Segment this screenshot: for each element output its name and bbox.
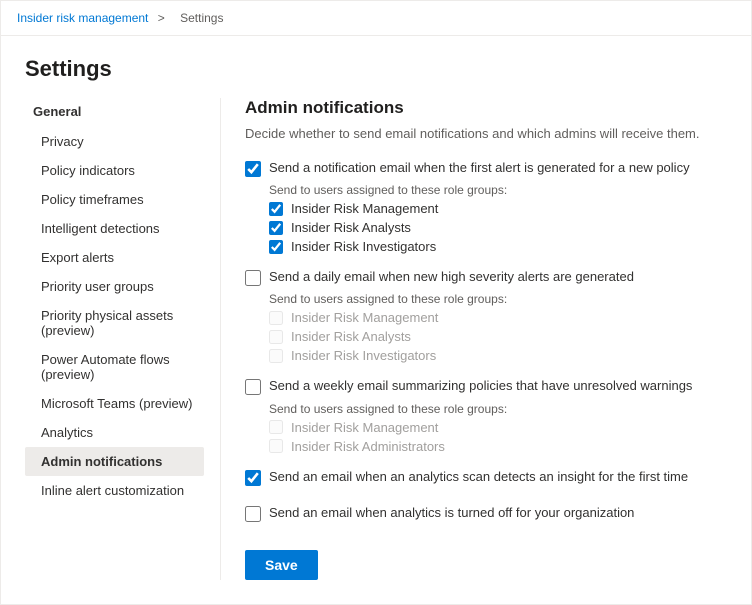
role-groups-label-3: Send to users assigned to these role gro… (269, 402, 727, 416)
role-1-1-checkbox[interactable] (269, 202, 283, 216)
notification-4-checkbox[interactable] (245, 470, 261, 486)
notification-4-label: Send an email when an analytics scan det… (269, 468, 688, 486)
notification-2-row: Send a daily email when new high severit… (245, 268, 727, 286)
notification-3-roles: Send to users assigned to these role gro… (269, 402, 727, 454)
role-1-1-label: Insider Risk Management (291, 201, 438, 216)
section-title: Admin notifications (245, 98, 727, 118)
role-3-1-label: Insider Risk Management (291, 420, 438, 435)
role-2-1-checkbox[interactable] (269, 311, 283, 325)
role-groups-label-2: Send to users assigned to these role gro… (269, 292, 727, 306)
page-title: Settings (1, 36, 751, 98)
role-groups-label-1: Send to users assigned to these role gro… (269, 183, 727, 197)
role-2-1-label: Insider Risk Management (291, 310, 438, 325)
role-3-2-checkbox[interactable] (269, 439, 283, 453)
notification-3-checkbox[interactable] (245, 379, 261, 395)
role-1-2-row: Insider Risk Analysts (269, 220, 727, 235)
role-1-3-label: Insider Risk Investigators (291, 239, 436, 254)
role-1-2-label: Insider Risk Analysts (291, 220, 411, 235)
notification-5-label: Send an email when analytics is turned o… (269, 504, 634, 522)
sidebar-item-privacy[interactable]: Privacy (25, 127, 204, 156)
page-wrapper: Insider risk management > Settings Setti… (0, 0, 752, 605)
sidebar: General Privacy Policy indicators Policy… (25, 98, 220, 580)
role-2-3-row: Insider Risk Investigators (269, 348, 727, 363)
notification-1-roles: Send to users assigned to these role gro… (269, 183, 727, 254)
role-1-2-checkbox[interactable] (269, 221, 283, 235)
notification-block-5: Send an email when analytics is turned o… (245, 504, 727, 522)
notification-2-checkbox[interactable] (245, 270, 261, 286)
notification-3-label: Send a weekly email summarizing policies… (269, 377, 692, 395)
notification-block-3: Send a weekly email summarizing policies… (245, 377, 727, 453)
notification-5-row: Send an email when analytics is turned o… (245, 504, 727, 522)
sidebar-item-priority-user-groups[interactable]: Priority user groups (25, 272, 204, 301)
role-2-2-row: Insider Risk Analysts (269, 329, 727, 344)
sidebar-item-policy-indicators[interactable]: Policy indicators (25, 156, 204, 185)
sidebar-item-priority-physical-assets[interactable]: Priority physical assets (preview) (25, 301, 204, 345)
notification-block-2: Send a daily email when new high severit… (245, 268, 727, 363)
role-2-2-label: Insider Risk Analysts (291, 329, 411, 344)
sidebar-item-export-alerts[interactable]: Export alerts (25, 243, 204, 272)
sidebar-item-analytics[interactable]: Analytics (25, 418, 204, 447)
content-area: General Privacy Policy indicators Policy… (1, 98, 751, 604)
breadcrumb-parent-link[interactable]: Insider risk management (17, 11, 148, 25)
role-1-3-row: Insider Risk Investigators (269, 239, 727, 254)
notification-5-checkbox[interactable] (245, 506, 261, 522)
role-2-1-row: Insider Risk Management (269, 310, 727, 325)
sidebar-item-inline-alert-customization[interactable]: Inline alert customization (25, 476, 204, 505)
role-3-1-row: Insider Risk Management (269, 420, 727, 435)
notification-2-roles: Send to users assigned to these role gro… (269, 292, 727, 363)
role-2-3-checkbox[interactable] (269, 349, 283, 363)
notification-1-row: Send a notification email when the first… (245, 159, 727, 177)
role-1-1-row: Insider Risk Management (269, 201, 727, 216)
role-2-3-label: Insider Risk Investigators (291, 348, 436, 363)
main-content: Admin notifications Decide whether to se… (220, 98, 727, 580)
role-3-1-checkbox[interactable] (269, 420, 283, 434)
notification-2-label: Send a daily email when new high severit… (269, 268, 634, 286)
sidebar-item-policy-timeframes[interactable]: Policy timeframes (25, 185, 204, 214)
notification-4-row: Send an email when an analytics scan det… (245, 468, 727, 486)
notification-block-1: Send a notification email when the first… (245, 159, 727, 254)
role-1-3-checkbox[interactable] (269, 240, 283, 254)
sidebar-item-microsoft-teams[interactable]: Microsoft Teams (preview) (25, 389, 204, 418)
sidebar-item-intelligent-detections[interactable]: Intelligent detections (25, 214, 204, 243)
sidebar-item-admin-notifications[interactable]: Admin notifications (25, 447, 204, 476)
breadcrumb-current: Settings (180, 11, 223, 25)
sidebar-section-label: General (25, 98, 204, 125)
role-3-2-label: Insider Risk Administrators (291, 439, 445, 454)
breadcrumb-separator: > (158, 11, 165, 25)
notification-3-row: Send a weekly email summarizing policies… (245, 377, 727, 395)
role-2-2-checkbox[interactable] (269, 330, 283, 344)
notification-1-checkbox[interactable] (245, 161, 261, 177)
section-desc: Decide whether to send email notificatio… (245, 126, 727, 141)
save-button[interactable]: Save (245, 550, 318, 580)
notification-1-label: Send a notification email when the first… (269, 159, 690, 177)
sidebar-item-power-automate-flows[interactable]: Power Automate flows (preview) (25, 345, 204, 389)
role-3-2-row: Insider Risk Administrators (269, 439, 727, 454)
notification-block-4: Send an email when an analytics scan det… (245, 468, 727, 486)
breadcrumb: Insider risk management > Settings (1, 1, 751, 36)
